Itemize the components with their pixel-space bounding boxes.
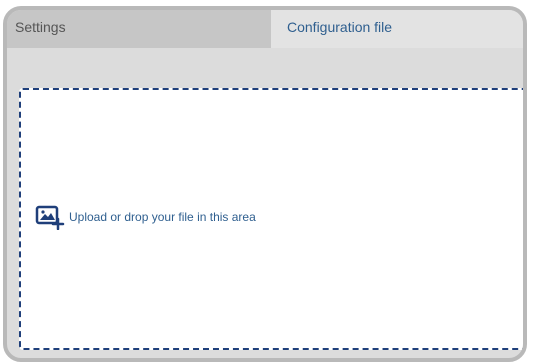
- upload-prompt[interactable]: Upload or drop your file in this area: [35, 204, 256, 231]
- add-image-icon: [35, 204, 65, 231]
- tab-configuration-file[interactable]: Configuration file: [271, 10, 523, 48]
- upload-instruction-text: Upload or drop your file in this area: [69, 210, 256, 224]
- tab-settings[interactable]: Settings: [7, 10, 271, 48]
- tab-bar: Settings Configuration file: [7, 10, 523, 48]
- file-dropzone[interactable]: Upload or drop your file in this area: [19, 88, 523, 350]
- settings-panel: Settings Configuration file Upload or dr…: [3, 6, 527, 362]
